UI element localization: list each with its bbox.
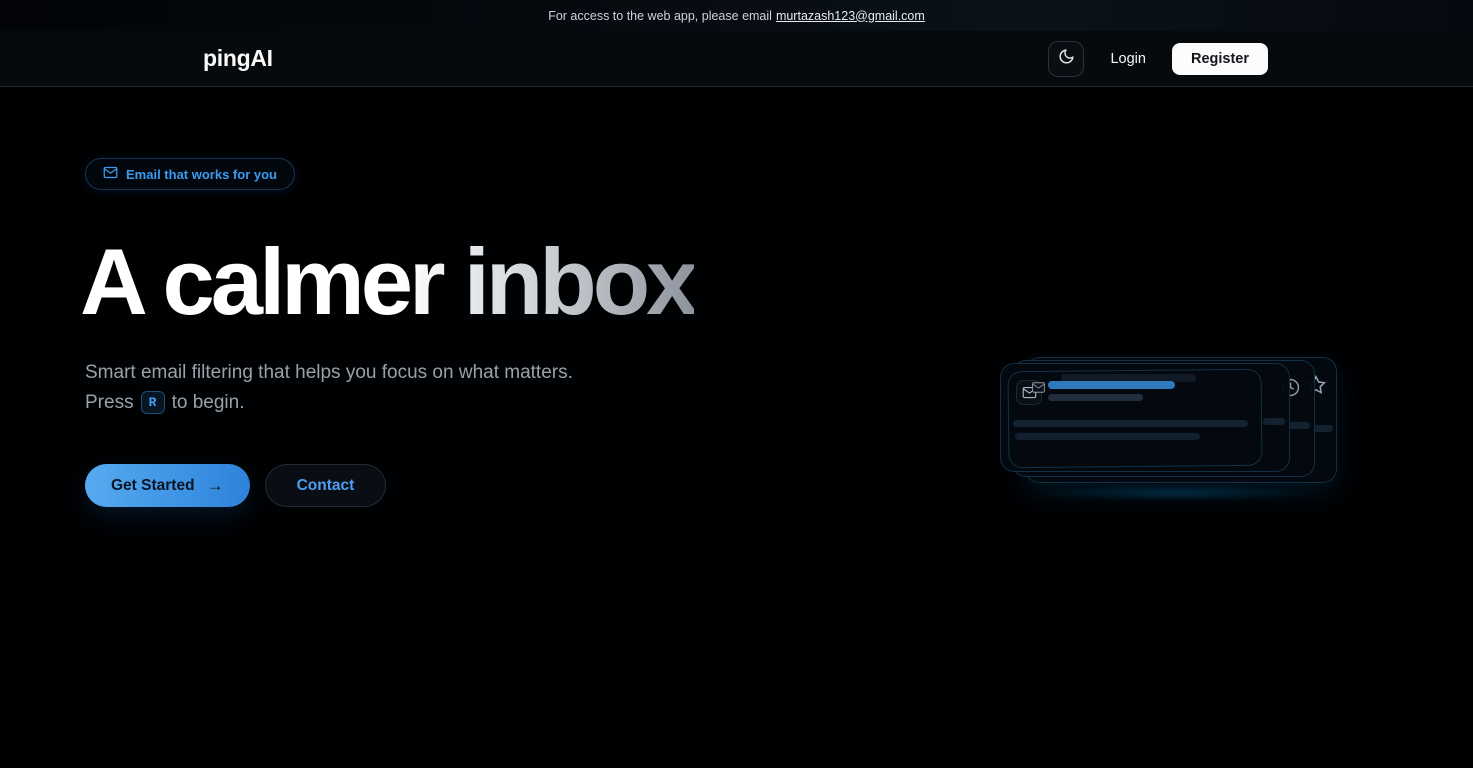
register-button[interactable]: Register [1172,43,1268,75]
hero-badge-label: Email that works for you [126,167,277,182]
card-glow [1030,485,1320,501]
placeholder-bar [1015,433,1200,440]
banner-text: For access to the web app, please email [548,9,772,23]
mail-icon [103,165,118,183]
arrow-right-icon: → [207,476,224,496]
hero-press-hint: Press R to begin. [85,390,573,415]
page-title: A calmer inbox [80,233,694,332]
keyboard-key-r: R [141,391,165,414]
hero-subtitle: Smart email filtering that helps you foc… [85,360,573,415]
login-link[interactable]: Login [1110,51,1145,67]
get-started-label: Get Started [111,477,195,495]
moon-icon [1058,48,1075,70]
hero-badge: Email that works for you [85,158,295,190]
header: pingAI Login Register [0,31,1473,87]
landing-page: For access to the web app, please email … [0,0,1473,768]
cta-row: Get Started → Contact [85,464,386,507]
press-prefix: Press [85,390,134,415]
access-banner: For access to the web app, please email … [0,0,1473,31]
press-suffix: to begin. [172,390,245,415]
header-actions: Login Register [1048,41,1268,77]
logo[interactable]: pingAI [203,45,273,72]
placeholder-bar [1048,394,1143,401]
get-started-button[interactable]: Get Started → [85,464,250,507]
placeholder-bar [1013,420,1248,427]
placeholder-pill [1263,418,1285,425]
theme-toggle-button[interactable] [1048,41,1084,77]
mail-icon [1031,381,1046,394]
email-card-stack [1000,356,1345,491]
banner-email-link[interactable]: murtazash123@gmail.com [776,9,925,23]
hero-subtitle-line: Smart email filtering that helps you foc… [85,360,573,385]
contact-button[interactable]: Contact [265,464,387,507]
placeholder-bar-highlight [1048,381,1175,389]
